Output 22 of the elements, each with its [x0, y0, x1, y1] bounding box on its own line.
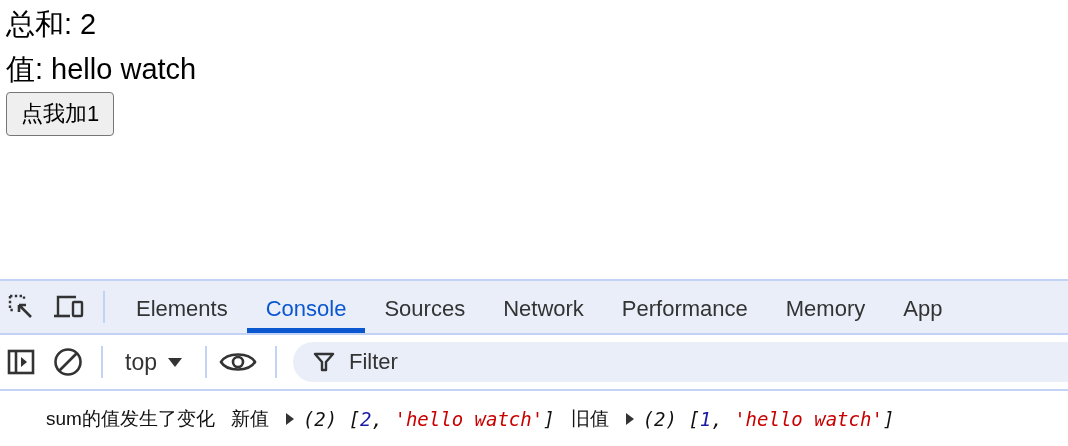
sidebar-toggle-icon[interactable]: [7, 348, 35, 376]
expand-arrow-icon[interactable]: [624, 411, 635, 426]
context-dropdown[interactable]: top: [125, 348, 183, 376]
clear-icon[interactable]: [53, 347, 83, 377]
add-button[interactable]: 点我加1: [6, 92, 115, 136]
devtools-tab[interactable]: Network: [484, 281, 603, 333]
devtools-tab[interactable]: Memory: [766, 281, 885, 333]
array-preview[interactable]: (2) [1, 'hello watch']: [642, 407, 895, 430]
devtools-tab[interactable]: Console: [246, 281, 366, 333]
log-text: 旧值: [570, 406, 609, 431]
expand-arrow-icon[interactable]: [284, 411, 295, 426]
devtools-tab[interactable]: Performance: [602, 281, 767, 333]
devtools-tab[interactable]: Sources: [365, 281, 485, 333]
devtools-tab[interactable]: Elements: [117, 281, 247, 333]
array-preview[interactable]: (2) [2, 'hello watch']: [302, 407, 555, 430]
filter-field[interactable]: Filter: [293, 342, 1068, 382]
devtools-tab[interactable]: App: [884, 281, 962, 333]
caret-icon: [167, 356, 183, 368]
value-text: 值: hello watch: [6, 52, 197, 87]
sum-text: 总和: 2: [6, 7, 97, 42]
log-text: 新值: [230, 406, 269, 431]
log-text: sum的值发生了变化: [46, 406, 215, 431]
